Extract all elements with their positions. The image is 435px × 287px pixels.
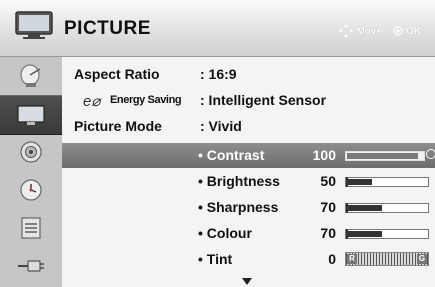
sharpness-label: • Sharpness xyxy=(198,199,279,215)
contrast-label: • Contrast xyxy=(198,147,265,163)
colour-row[interactable]: • Colour 70 xyxy=(62,221,435,246)
sidebar-item-time[interactable] xyxy=(0,171,62,209)
scroll-down-arrow-icon[interactable] xyxy=(242,278,252,285)
contrast-row[interactable]: • Contrast 100 xyxy=(62,143,435,168)
navigation-hint: Move OK xyxy=(339,24,421,38)
eco-icon: e⌀ xyxy=(83,93,101,110)
sidebar-item-audio[interactable] xyxy=(0,133,62,171)
contrast-slider-fill xyxy=(347,153,418,159)
energy-saving-label: Energy Saving xyxy=(110,94,182,106)
sidebar-item-option[interactable] xyxy=(0,209,62,247)
energy-saving-value: : Intelligent Sensor xyxy=(200,92,327,108)
sidebar-item-input[interactable] xyxy=(0,247,62,285)
brightness-slider[interactable] xyxy=(345,177,429,187)
tint-green-end: G xyxy=(417,254,427,264)
picture-icon xyxy=(17,105,45,125)
tint-row[interactable]: • Tint 0 R G xyxy=(62,247,435,272)
colour-slider-fill xyxy=(347,231,382,237)
tint-value: 0 xyxy=(328,251,336,267)
brightness-slider-fill xyxy=(347,179,372,185)
picture-menu-screen: PICTURE Move OK Aspect Ratio: 16:9 e⌀ E… xyxy=(0,0,435,287)
sharpness-row[interactable]: • Sharpness 70 xyxy=(62,195,435,220)
brightness-row[interactable]: • Brightness 50 xyxy=(62,169,435,194)
category-sidebar xyxy=(0,57,62,287)
option-icon xyxy=(21,217,41,239)
clock-icon xyxy=(20,179,42,201)
ok-button-icon xyxy=(393,26,403,36)
contrast-value: 100 xyxy=(312,147,336,163)
settings-panel: Aspect Ratio : 16:9 e⌀ Energy Saving : I… xyxy=(62,57,435,287)
menu-header: PICTURE Move OK xyxy=(0,0,435,57)
sharpness-slider[interactable] xyxy=(345,203,429,213)
slider-knob-icon[interactable] xyxy=(426,149,435,159)
aspect-ratio-row[interactable]: Aspect Ratio : 16:9 xyxy=(62,61,435,87)
contrast-slider[interactable] xyxy=(345,151,425,161)
colour-label: • Colour xyxy=(198,225,252,241)
tv-icon xyxy=(15,11,53,39)
input-cable-icon xyxy=(18,260,44,272)
brightness-value: 50 xyxy=(320,173,336,189)
picture-mode-row[interactable]: Picture Mode : Vivid xyxy=(62,113,435,139)
sidebar-item-picture-menu[interactable] xyxy=(0,57,62,95)
aspect-ratio-label: Aspect Ratio xyxy=(74,66,160,82)
colour-slider[interactable] xyxy=(345,229,429,239)
move-label: Move xyxy=(356,25,382,37)
satellite-dish-icon xyxy=(20,64,41,87)
aspect-ratio-value: : 16:9 xyxy=(200,66,237,82)
energy-saving-row[interactable]: e⌀ Energy Saving : Intelligent Sensor xyxy=(62,87,435,113)
page-title: PICTURE xyxy=(64,18,151,39)
picture-mode-value: : Vivid xyxy=(200,118,242,134)
picture-mode-label: Picture Mode xyxy=(74,118,162,134)
sharpness-value: 70 xyxy=(320,199,336,215)
sharpness-slider-fill xyxy=(347,205,382,211)
audio-icon xyxy=(20,141,42,163)
colour-value: 70 xyxy=(320,225,336,241)
sidebar-item-picture[interactable] xyxy=(0,95,62,135)
tint-label: • Tint xyxy=(198,251,233,267)
tint-slider[interactable]: R G xyxy=(345,252,429,266)
ok-label: OK xyxy=(406,25,421,37)
tint-red-end: R xyxy=(347,254,357,264)
brightness-label: • Brightness xyxy=(198,173,280,189)
dpad-icon xyxy=(339,24,354,38)
